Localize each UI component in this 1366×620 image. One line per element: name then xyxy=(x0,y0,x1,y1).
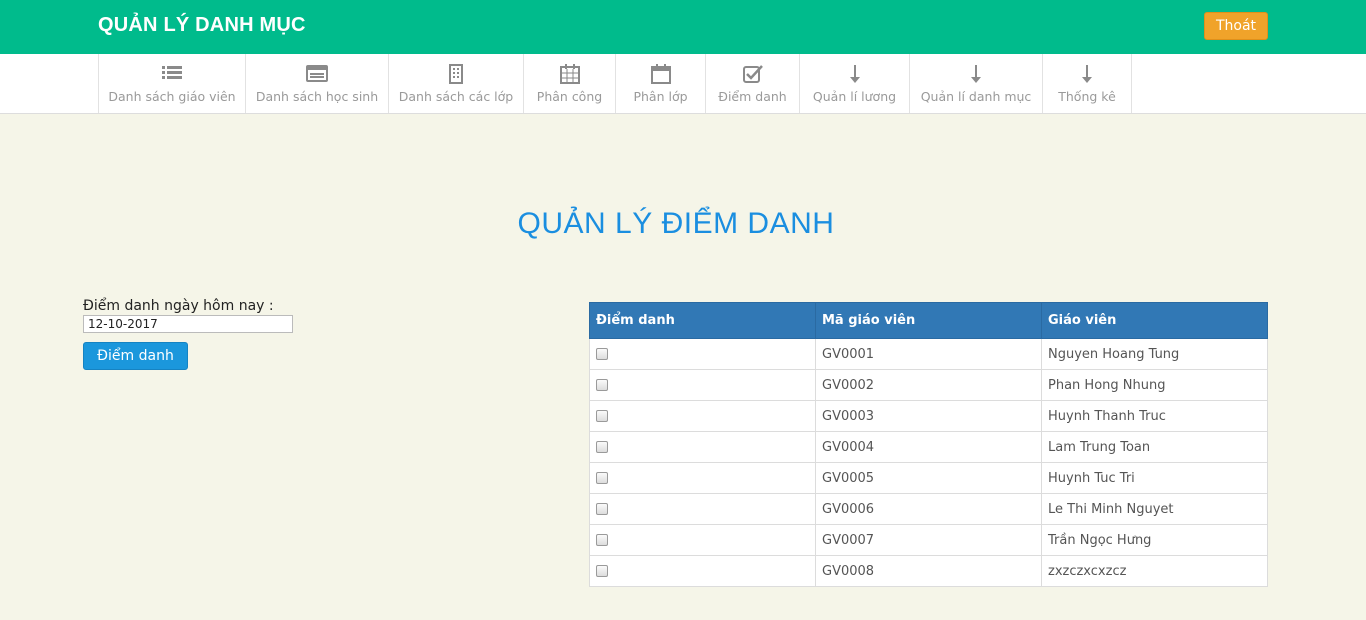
teacher-code-cell: GV0003 xyxy=(815,400,1042,432)
teacher-code-cell: GV0004 xyxy=(815,431,1042,463)
attendance-cell xyxy=(589,524,816,556)
nav-label: Quản lí lương xyxy=(812,89,897,104)
table-header-row: Điểm danh Mã giáo viên Giáo viên xyxy=(589,302,1268,339)
table-row: GV0007 Trần Ngọc Hưng xyxy=(589,524,1268,556)
attendance-cell xyxy=(589,431,816,463)
teacher-code-cell: GV0007 xyxy=(815,524,1042,556)
teacher-code-cell: GV0006 xyxy=(815,493,1042,525)
nav-label: Thống kê xyxy=(1058,89,1116,104)
attendance-cell xyxy=(589,555,816,587)
attendance-checkbox[interactable] xyxy=(596,348,608,360)
date-input[interactable] xyxy=(83,315,293,333)
teacher-code-cell: GV0008 xyxy=(815,555,1042,587)
nav-label: Danh sách các lớp xyxy=(398,89,514,104)
nav-label: Phân lớp xyxy=(633,89,688,104)
nav-label: Danh sách học sinh xyxy=(255,89,379,104)
calendar-grid-icon xyxy=(559,64,580,84)
nav-item-attendance[interactable]: Điểm danh xyxy=(705,54,799,113)
table-row: GV0001 Nguyen Hoang Tung xyxy=(589,338,1268,370)
arrow-down-icon xyxy=(1082,65,1092,83)
nav-item-salary[interactable]: Quản lí lương xyxy=(799,54,909,113)
table-row: GV0003 Huynh Thanh Truc xyxy=(589,400,1268,432)
list-icon xyxy=(162,66,182,79)
teacher-name-cell: Huynh Thanh Truc xyxy=(1041,400,1268,432)
attendance-checkbox[interactable] xyxy=(596,503,608,515)
attendance-table: Điểm danh Mã giáo viên Giáo viên GV0001 N… xyxy=(589,302,1268,587)
table-row: GV0005 Huynh Tuc Tri xyxy=(589,462,1268,494)
teacher-code-cell: GV0001 xyxy=(815,338,1042,370)
attendance-cell xyxy=(589,338,816,370)
nav-label: Phân công xyxy=(536,89,603,104)
teacher-name-cell: Le Thi Minh Nguyet xyxy=(1041,493,1268,525)
arrow-down-icon xyxy=(971,65,981,83)
building-icon xyxy=(449,64,463,84)
teacher-name-cell: Nguyen Hoang Tung xyxy=(1041,338,1268,370)
nav-divider xyxy=(1131,54,1132,113)
attendance-checkbox[interactable] xyxy=(596,441,608,453)
nav-item-class-allocation[interactable]: Phân lớp xyxy=(615,54,705,113)
nav-label: Điểm danh xyxy=(718,89,787,104)
table-row: GV0004 Lam Trung Toan xyxy=(589,431,1268,463)
teacher-name-cell: Phan Hong Nhung xyxy=(1041,369,1268,401)
teacher-code-cell: GV0002 xyxy=(815,369,1042,401)
table-row: GV0008 zxzczxcxzcz xyxy=(589,555,1268,587)
nav-item-teacher-list[interactable]: Danh sách giáo viên xyxy=(98,54,245,113)
nav-item-class-list[interactable]: Danh sách các lớp xyxy=(388,54,523,113)
attendance-cell xyxy=(589,462,816,494)
attendance-checkbox[interactable] xyxy=(596,565,608,577)
attendance-cell xyxy=(589,493,816,525)
nav-item-student-list[interactable]: Danh sách học sinh xyxy=(245,54,388,113)
checkbox-icon xyxy=(742,65,763,83)
arrow-down-icon xyxy=(849,65,860,83)
main-nav: Danh sách giáo viên Danh sách học sinh D… xyxy=(0,54,1366,114)
attendance-submit-button[interactable]: Điểm danh xyxy=(83,342,188,370)
attendance-checkbox[interactable] xyxy=(596,379,608,391)
nav-label: Quản lí danh mục xyxy=(920,89,1032,104)
page-title: QUẢN LÝ ĐIỂM DANH xyxy=(517,207,835,240)
column-header-teacher-code: Mã giáo viên xyxy=(815,302,1042,339)
logout-button[interactable]: Thoát xyxy=(1204,12,1268,40)
nav-item-statistics[interactable]: Thống kê xyxy=(1042,54,1131,113)
table-row: GV0002 Phan Hong Nhung xyxy=(589,369,1268,401)
teacher-name-cell: Huynh Tuc Tri xyxy=(1041,462,1268,494)
nav-item-categories[interactable]: Quản lí danh mục xyxy=(909,54,1042,113)
attendance-cell xyxy=(589,369,816,401)
attendance-checkbox[interactable] xyxy=(596,472,608,484)
top-header: QUẢN LÝ DANH MỤC Thoát xyxy=(0,0,1366,54)
app-title: QUẢN LÝ DANH MỤC xyxy=(98,14,306,36)
calendar-icon xyxy=(650,64,671,84)
attendance-cell xyxy=(589,400,816,432)
column-header-attendance: Điểm danh xyxy=(589,302,816,339)
table-row: GV0006 Le Thi Minh Nguyet xyxy=(589,493,1268,525)
date-label: Điểm danh ngày hôm nay : xyxy=(83,298,274,314)
attendance-checkbox[interactable] xyxy=(596,410,608,422)
nav-item-assignment[interactable]: Phân công xyxy=(523,54,615,113)
teacher-name-cell: Trần Ngọc Hưng xyxy=(1041,524,1268,556)
teacher-code-cell: GV0005 xyxy=(815,462,1042,494)
teacher-name-cell: zxzczxcxzcz xyxy=(1041,555,1268,587)
attendance-checkbox[interactable] xyxy=(596,534,608,546)
teacher-name-cell: Lam Trung Toan xyxy=(1041,431,1268,463)
id-card-icon xyxy=(306,65,328,82)
column-header-teacher: Giáo viên xyxy=(1041,302,1268,339)
nav-label: Danh sách giáo viên xyxy=(108,89,236,104)
